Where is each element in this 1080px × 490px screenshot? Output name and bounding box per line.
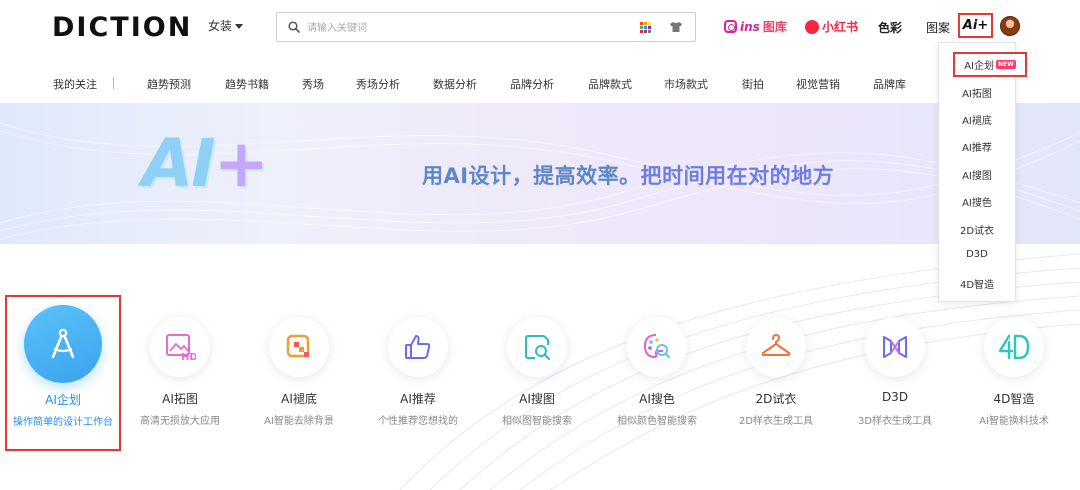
card-ai-upscale[interactable]: HD AI拓图 高清无损放大应用 xyxy=(120,300,240,450)
hd-image-icon: HD xyxy=(166,334,196,363)
dropdown-item-d3d[interactable]: D3D xyxy=(939,249,1015,260)
card-title: AI褪底 xyxy=(281,392,317,406)
card-desc: 操作简单的设计工作台 xyxy=(13,417,113,428)
banner-slogan: 用AI设计，提高效率。把时间用在对的地方 xyxy=(422,164,835,188)
category-dropdown[interactable]: 女装 xyxy=(208,17,244,34)
diction-logo[interactable]: DICTION xyxy=(52,12,192,43)
category-label: 女装 xyxy=(208,19,233,33)
nav-trend-books[interactable]: 趋势书籍 xyxy=(225,76,269,92)
new-badge: NEW xyxy=(996,60,1016,69)
card-ai-remove-bg[interactable]: AI褪底 AI智能去除背景 xyxy=(239,300,359,450)
search-input[interactable] xyxy=(307,18,607,38)
pattern-link[interactable]: 图案 xyxy=(926,19,950,36)
main-nav: 我的关注 趋势预测 趋势书籍 秀场 秀场分析 数据分析 品牌分析 品牌款式 市场… xyxy=(0,62,1080,102)
card-title: AI搜色 xyxy=(639,392,675,406)
xiaohongshu-icon xyxy=(805,19,819,34)
nav-brand-styles[interactable]: 品牌款式 xyxy=(588,76,632,92)
dropdown-item-ai-planning[interactable]: AI企划 NEW xyxy=(953,52,1027,77)
dropdown-item-2d-fitting[interactable]: 2D试衣 xyxy=(939,222,1015,237)
card-title: AI推荐 xyxy=(400,392,436,406)
card-title: 2D试衣 xyxy=(755,392,797,406)
card-title: AI搜图 xyxy=(519,392,555,406)
d3d-icon xyxy=(883,336,907,358)
card-title: AI拓图 xyxy=(162,392,198,406)
ai-plus-logo: AI+ xyxy=(142,125,269,202)
card-desc: 高清无损放大应用 xyxy=(140,416,220,427)
shirt-search-icon[interactable] xyxy=(669,21,683,33)
svg-text:HD: HD xyxy=(181,352,196,363)
remove-bg-icon xyxy=(286,334,310,358)
nav-market-styles[interactable]: 市场款式 xyxy=(664,76,708,92)
user-avatar[interactable] xyxy=(1000,16,1020,36)
card-desc: AI智能去除背景 xyxy=(264,416,334,427)
header: DICTION 女装 ins 图库 小红书 色彩 图案 Ai+ xyxy=(0,0,1080,58)
nav-my-follow[interactable]: 我的关注 xyxy=(53,76,97,92)
nav-divider xyxy=(113,77,114,89)
card-ai-color-search[interactable]: AI搜色 相似颜色智能搜索 xyxy=(597,300,717,450)
card-title: D3D xyxy=(881,390,909,404)
nav-brand-library[interactable]: 品牌库 xyxy=(873,76,906,92)
card-d3d[interactable]: D3D 3D样衣生成工具 xyxy=(835,300,955,450)
palette-search-icon xyxy=(643,334,671,359)
nav-runway-analysis[interactable]: 秀场分析 xyxy=(356,76,400,92)
caret-down-icon xyxy=(235,24,244,29)
nav-trend-forecast[interactable]: 趋势预测 xyxy=(147,76,191,92)
search-bar xyxy=(276,12,696,42)
nav-runway[interactable]: 秀场 xyxy=(302,76,324,92)
nav-street-snap[interactable]: 街拍 xyxy=(742,76,764,92)
dropdown-item-ai-recommend[interactable]: AI推荐 xyxy=(939,139,1015,154)
card-4d-manufacture[interactable]: 4D智造 AI智能换料技术 xyxy=(954,300,1074,450)
nav-brand-analysis[interactable]: 品牌分析 xyxy=(510,76,554,92)
card-desc: 相似图智能搜索 xyxy=(502,416,572,427)
card-desc: 2D样衣生成工具 xyxy=(738,416,814,427)
card-ai-recommend[interactable]: AI推荐 个性推荐您想找的 xyxy=(358,300,478,450)
xiaohongshu-link[interactable]: 小红书 xyxy=(805,18,858,35)
compass-icon xyxy=(51,328,75,359)
card-desc: 个性推荐您想找的 xyxy=(378,416,458,427)
dropdown-item-ai-color-search[interactable]: AI搜色 xyxy=(939,194,1015,209)
color-link[interactable]: 色彩 xyxy=(878,19,902,36)
thumbs-up-icon xyxy=(405,335,431,359)
card-desc: 相似颜色智能搜索 xyxy=(617,416,697,427)
dropdown-item-ai-upscale[interactable]: AI拓图 xyxy=(939,85,1015,100)
card-desc: AI智能换料技术 xyxy=(979,416,1049,427)
card-ai-planning[interactable]: AI企划 操作简单的设计工作台 xyxy=(5,295,121,451)
card-desc: 3D样衣生成工具 xyxy=(857,416,933,427)
hanger-icon xyxy=(761,333,791,356)
nav-data-analysis[interactable]: 数据分析 xyxy=(433,76,477,92)
card-2d-fitting[interactable]: 2D试衣 2D样衣生成工具 xyxy=(716,300,836,450)
image-search-icon xyxy=(525,335,551,361)
search-icon xyxy=(288,21,300,33)
nav-visual-marketing[interactable]: 视觉营销 xyxy=(796,76,840,92)
instagram-icon xyxy=(724,20,737,33)
dropdown-item-ai-image-search[interactable]: AI搜图 xyxy=(939,167,1015,182)
color-grid-icon[interactable] xyxy=(640,22,651,33)
ins-gallery-link[interactable]: ins 图库 xyxy=(724,18,787,35)
ai-dropdown-menu: AI企划 NEW AI拓图 AI褪底 AI推荐 AI搜图 AI搜色 2D试衣 D… xyxy=(938,42,1027,302)
card-title: 4D智造 xyxy=(993,392,1035,406)
card-title: AI企划 xyxy=(45,393,81,407)
ai-plus-button[interactable]: Ai+ xyxy=(958,13,993,38)
4d-icon xyxy=(998,334,1030,360)
dropdown-item-ai-remove-bg[interactable]: AI褪底 xyxy=(939,112,1015,127)
hero-banner: AI+ 用AI设计，提高效率。把时间用在对的地方 xyxy=(0,103,1080,244)
card-ai-image-search[interactable]: AI搜图 相似图智能搜索 xyxy=(477,300,597,450)
dropdown-item-4d-manufacture[interactable]: 4D智造 xyxy=(939,276,1015,291)
